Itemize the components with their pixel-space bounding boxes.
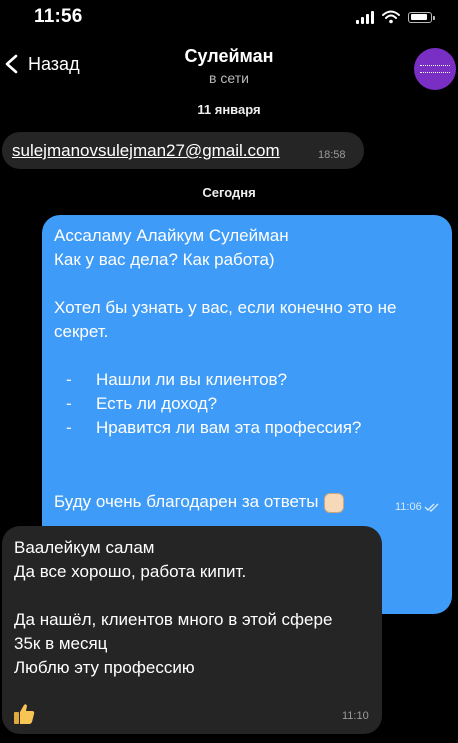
- status-time: 11:56: [34, 6, 83, 27]
- message-line: секрет.: [54, 322, 109, 341]
- status-icons: [356, 10, 435, 24]
- message-line: Хотел бы узнать у вас, если конечно это …: [54, 298, 397, 317]
- list-dash: -: [66, 418, 72, 437]
- avatar[interactable]: [414, 48, 456, 90]
- list-dash: -: [66, 394, 72, 413]
- message-bubble-incoming[interactable]: sulejmanovsulejman27@gmail.com 18:58: [2, 132, 364, 169]
- status-bar: 11:56: [0, 0, 458, 36]
- message-time: 11:06: [395, 501, 440, 513]
- avatar-logo-icon: [420, 65, 450, 73]
- message-line: Как у вас дела? Как работа): [54, 250, 275, 269]
- chat-header: Назад Сулейман в сети: [0, 36, 458, 92]
- message-time: 11:10: [342, 710, 369, 722]
- message-text: Ваалейкум салам Да все хорошо, работа ки…: [14, 536, 332, 680]
- contact-info[interactable]: Сулейман в сети: [0, 46, 458, 86]
- message-bubble-incoming[interactable]: Ваалейкум салам Да все хорошо, работа ки…: [2, 526, 382, 734]
- email-link[interactable]: sulejmanovsulejman27@gmail.com: [12, 141, 280, 161]
- list-text: Есть ли доход?: [96, 394, 218, 413]
- message-line: Да нашёл, клиентов много в этой сфере: [14, 610, 333, 629]
- message-line: Да все хорошо, работа кипит.: [14, 562, 247, 581]
- contact-status: в сети: [209, 70, 249, 86]
- date-separator: 11 января: [197, 102, 261, 117]
- message-closing: Буду очень благодарен за ответы: [54, 490, 345, 514]
- message-line: Буду очень благодарен за ответы: [54, 492, 319, 511]
- list-text: Нравится ли вам эта профессия?: [96, 418, 362, 437]
- double-check-icon: [424, 503, 439, 513]
- message-line: Люблю эту профессию: [14, 658, 195, 677]
- date-separator: Сегодня: [202, 185, 256, 200]
- battery-icon: [408, 11, 435, 23]
- list-item: - Нравится ли вам эта профессия?: [54, 416, 396, 440]
- message-time: 18:58: [318, 149, 346, 161]
- list-item: - Есть ли доход?: [54, 392, 396, 416]
- message-line: Ассаламу Алайкум Сулейман: [54, 226, 289, 245]
- message-line: Ваалейкум салам: [14, 538, 155, 557]
- list-text: Нашли ли вы клиентов?: [96, 370, 288, 389]
- list-dash: -: [66, 370, 72, 389]
- raised-fist-emoji-icon: [324, 492, 345, 513]
- list-item: - Нашли ли вы клиентов?: [54, 368, 396, 392]
- thumbs-up-emoji-icon: [14, 704, 35, 724]
- chat-area[interactable]: 11 января sulejmanovsulejman27@gmail.com…: [0, 92, 458, 743]
- message-time-text: 11:06: [395, 501, 422, 513]
- message-line: 35к в месяц: [14, 634, 108, 653]
- cellular-signal-icon: [356, 10, 374, 24]
- contact-name: Сулейман: [184, 46, 274, 66]
- message-text: Ассаламу Алайкум Сулейман Как у вас дела…: [54, 224, 396, 440]
- wifi-icon: [382, 10, 400, 24]
